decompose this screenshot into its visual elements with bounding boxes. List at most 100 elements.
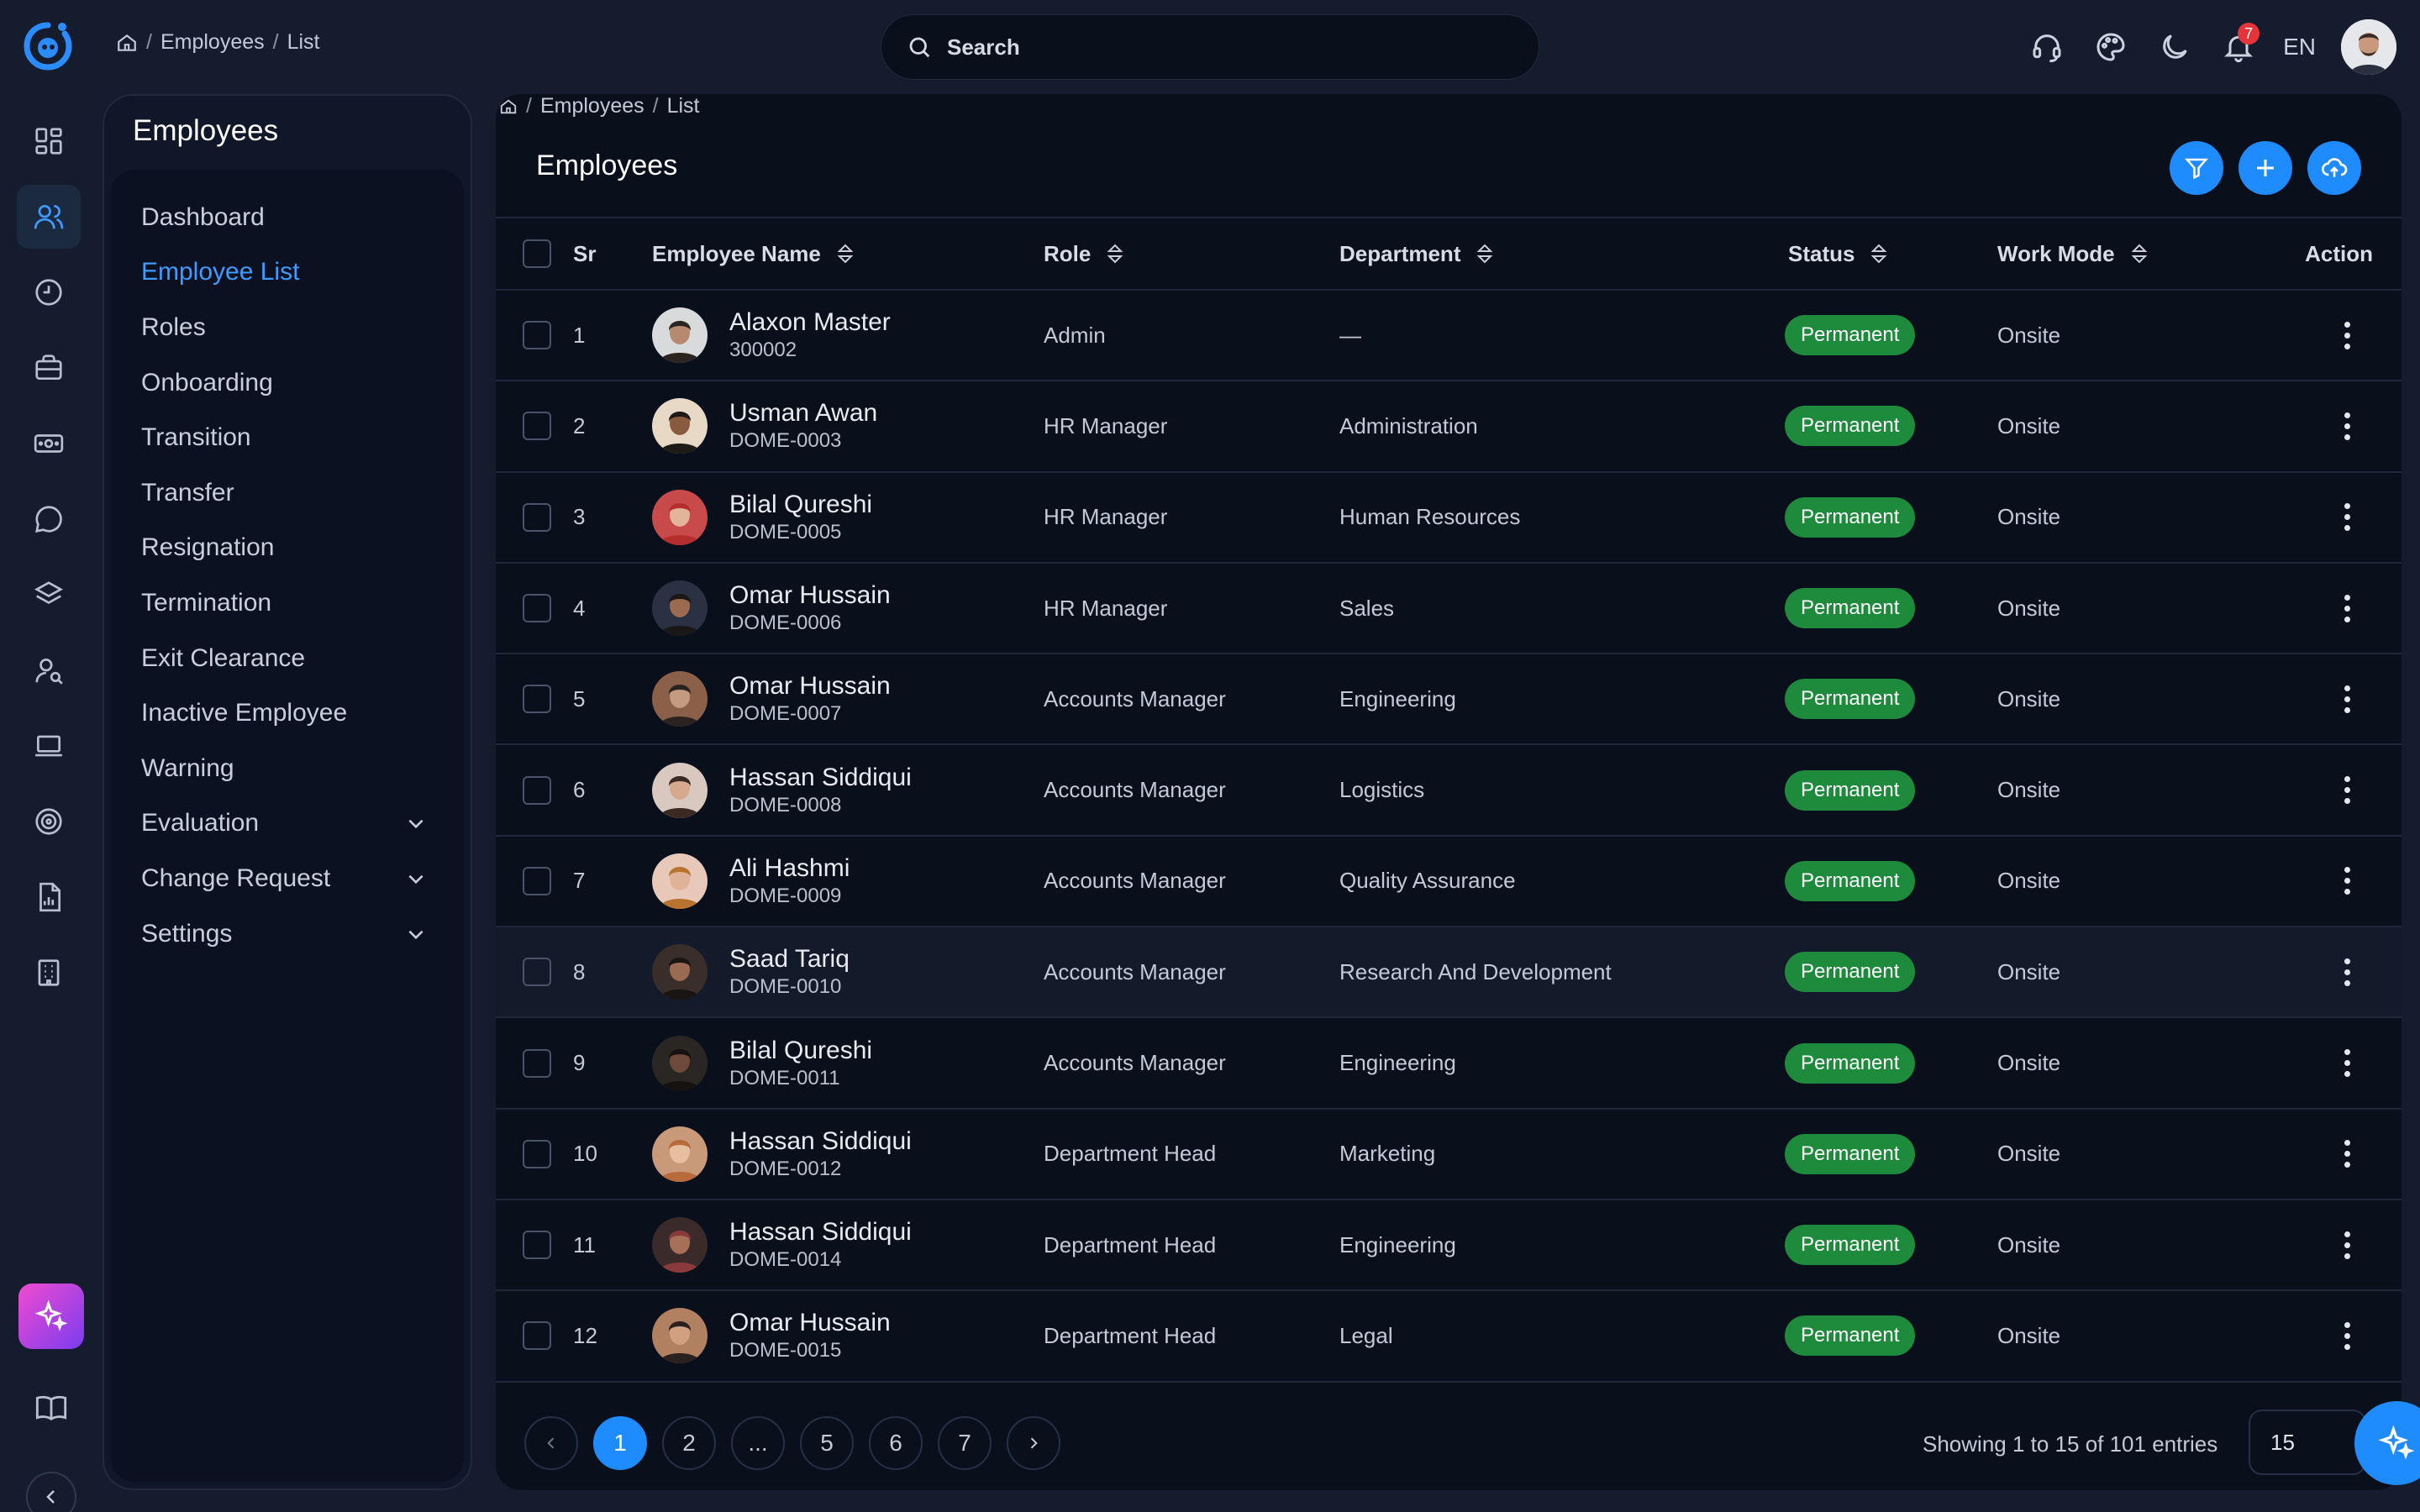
submenu-item-exit-clearance[interactable]: Exit Clearance <box>111 631 464 686</box>
kebab-menu-icon[interactable] <box>2343 321 2351 349</box>
submenu-item-warning[interactable]: Warning <box>111 741 464 796</box>
row-checkbox[interactable] <box>523 412 551 441</box>
palette-icon[interactable] <box>2091 28 2130 66</box>
kebab-menu-icon[interactable] <box>2343 1321 2351 1350</box>
rail-organization[interactable] <box>17 941 81 1005</box>
column-header-role[interactable]: Role <box>1044 241 1339 267</box>
moon-icon[interactable] <box>2155 28 2194 66</box>
next-page-button[interactable] <box>1007 1416 1060 1470</box>
employee-cell[interactable]: Hassan Siddiqui DOME-0014 <box>652 1217 1044 1273</box>
submenu-item-dashboard[interactable]: Dashboard <box>111 190 464 245</box>
collapse-sidebar-button[interactable] <box>26 1472 76 1512</box>
search-input[interactable]: Search <box>881 14 1539 80</box>
row-checkbox[interactable] <box>523 866 551 895</box>
employee-cell[interactable]: Omar Hussain DOME-0006 <box>652 580 1044 637</box>
row-checkbox[interactable] <box>523 775 551 805</box>
table-row[interactable]: 3 Bilal Qureshi DOME-0005 HR Manager Hum… <box>496 472 2402 563</box>
submenu-item-onboarding[interactable]: Onboarding <box>111 355 464 411</box>
table-row[interactable]: 7 Ali Hashmi DOME-0009 Accounts Manager … <box>496 836 2402 927</box>
row-checkbox[interactable] <box>523 321 551 350</box>
submenu-item-termination[interactable]: Termination <box>111 575 464 631</box>
submenu-item-inactive-employee[interactable]: Inactive Employee <box>111 685 464 741</box>
rail-employees[interactable] <box>17 185 81 249</box>
employee-cell[interactable]: Saad Tariq DOME-0010 <box>652 944 1044 1000</box>
submenu-item-roles[interactable]: Roles <box>111 300 464 355</box>
kebab-menu-icon[interactable] <box>2343 776 2351 805</box>
rail-dashboard[interactable] <box>17 109 81 173</box>
rail-chat[interactable] <box>17 487 81 551</box>
page-button[interactable]: 6 <box>869 1416 923 1470</box>
submenu-item-evaluation[interactable]: Evaluation <box>111 796 464 852</box>
employee-cell[interactable]: Omar Hussain DOME-0007 <box>652 671 1044 727</box>
kebab-menu-icon[interactable] <box>2343 1140 2351 1168</box>
per-page-select[interactable]: 15 <box>2249 1410 2366 1475</box>
kebab-menu-icon[interactable] <box>2343 503 2351 532</box>
submenu-item-transition[interactable]: Transition <box>111 410 464 465</box>
language-selector[interactable]: EN <box>2283 34 2316 60</box>
submenu-item-settings[interactable]: Settings <box>111 906 464 962</box>
page-button[interactable]: 2 <box>662 1416 716 1470</box>
row-checkbox[interactable] <box>523 958 551 987</box>
table-row[interactable]: 4 Omar Hussain DOME-0006 HR Manager Sale… <box>496 563 2402 654</box>
submenu-item-resignation[interactable]: Resignation <box>111 521 464 576</box>
page-ellipsis[interactable]: ... <box>731 1416 785 1470</box>
kebab-menu-icon[interactable] <box>2343 594 2351 622</box>
submenu-item-change-request[interactable]: Change Request <box>111 851 464 906</box>
column-header-department[interactable]: Department <box>1339 241 1785 267</box>
table-row[interactable]: 5 Omar Hussain DOME-0007 Accounts Manage… <box>496 654 2402 745</box>
kebab-menu-icon[interactable] <box>2343 412 2351 440</box>
employee-cell[interactable]: Bilal Qureshi DOME-0005 <box>652 489 1044 545</box>
add-employee-button[interactable] <box>2238 141 2292 195</box>
column-header-status[interactable]: Status <box>1785 241 1997 267</box>
prev-page-button[interactable] <box>524 1416 578 1470</box>
rail-reports[interactable] <box>17 865 81 929</box>
upload-button[interactable] <box>2307 141 2361 195</box>
kebab-menu-icon[interactable] <box>2343 1231 2351 1259</box>
filter-button[interactable] <box>2170 141 2223 195</box>
row-checkbox[interactable] <box>523 1048 551 1078</box>
employee-cell[interactable]: Hassan Siddiqui DOME-0012 <box>652 1126 1044 1182</box>
row-checkbox[interactable] <box>523 685 551 714</box>
kebab-menu-icon[interactable] <box>2343 867 2351 895</box>
home-icon[interactable] <box>116 32 138 54</box>
rail-assets[interactable] <box>17 714 81 778</box>
docs-button[interactable] <box>18 1383 84 1433</box>
employee-cell[interactable]: Hassan Siddiqui DOME-0008 <box>652 762 1044 818</box>
kebab-menu-icon[interactable] <box>2343 1049 2351 1078</box>
table-row[interactable]: 2 Usman Awan DOME-0003 HR Manager Admini… <box>496 381 2402 472</box>
rail-modules[interactable] <box>17 563 81 627</box>
rail-recruitment[interactable] <box>17 638 81 702</box>
headset-icon[interactable] <box>2028 28 2066 66</box>
table-row[interactable]: 10 Hassan Siddiqui DOME-0012 Department … <box>496 1109 2402 1200</box>
kebab-menu-icon[interactable] <box>2343 685 2351 713</box>
employee-cell[interactable]: Alaxon Master 300002 <box>652 307 1044 364</box>
rail-payroll[interactable] <box>17 412 81 475</box>
row-checkbox[interactable] <box>523 1321 551 1351</box>
rail-attendance[interactable] <box>17 260 81 324</box>
table-row[interactable]: 12 Omar Hussain DOME-0015 Department Hea… <box>496 1290 2402 1382</box>
page-button[interactable]: 5 <box>800 1416 854 1470</box>
page-button[interactable]: 7 <box>938 1416 992 1470</box>
page-button[interactable]: 1 <box>593 1416 647 1470</box>
select-all-checkbox[interactable] <box>523 239 551 268</box>
breadcrumb-employees[interactable]: Employees <box>160 30 265 55</box>
employee-cell[interactable]: Usman Awan DOME-0003 <box>652 398 1044 454</box>
column-header-work-mode[interactable]: Work Mode <box>1997 241 2259 267</box>
ai-assistant-button[interactable] <box>18 1284 84 1349</box>
bell-icon[interactable]: 7 <box>2219 23 2260 66</box>
app-logo-icon[interactable] <box>20 18 76 74</box>
rail-jobs[interactable] <box>17 336 81 400</box>
table-row[interactable]: 9 Bilal Qureshi DOME-0011 Accounts Manag… <box>496 1017 2402 1109</box>
table-row[interactable]: 11 Hassan Siddiqui DOME-0014 Department … <box>496 1200 2402 1291</box>
row-checkbox[interactable] <box>523 594 551 623</box>
table-row[interactable]: 6 Hassan Siddiqui DOME-0008 Accounts Man… <box>496 744 2402 836</box>
table-row[interactable]: 1 Alaxon Master 300002 Admin — Permanent… <box>496 290 2402 381</box>
submenu-item-transfer[interactable]: Transfer <box>111 465 464 521</box>
breadcrumb-employees[interactable]: Employees <box>540 94 644 118</box>
employee-cell[interactable]: Omar Hussain DOME-0015 <box>652 1308 1044 1364</box>
kebab-menu-icon[interactable] <box>2343 958 2351 986</box>
column-header-employee-name[interactable]: Employee Name <box>652 241 1044 267</box>
submenu-item-employee-list[interactable]: Employee List <box>111 245 464 301</box>
employee-cell[interactable]: Bilal Qureshi DOME-0011 <box>652 1035 1044 1091</box>
row-checkbox[interactable] <box>523 502 551 532</box>
